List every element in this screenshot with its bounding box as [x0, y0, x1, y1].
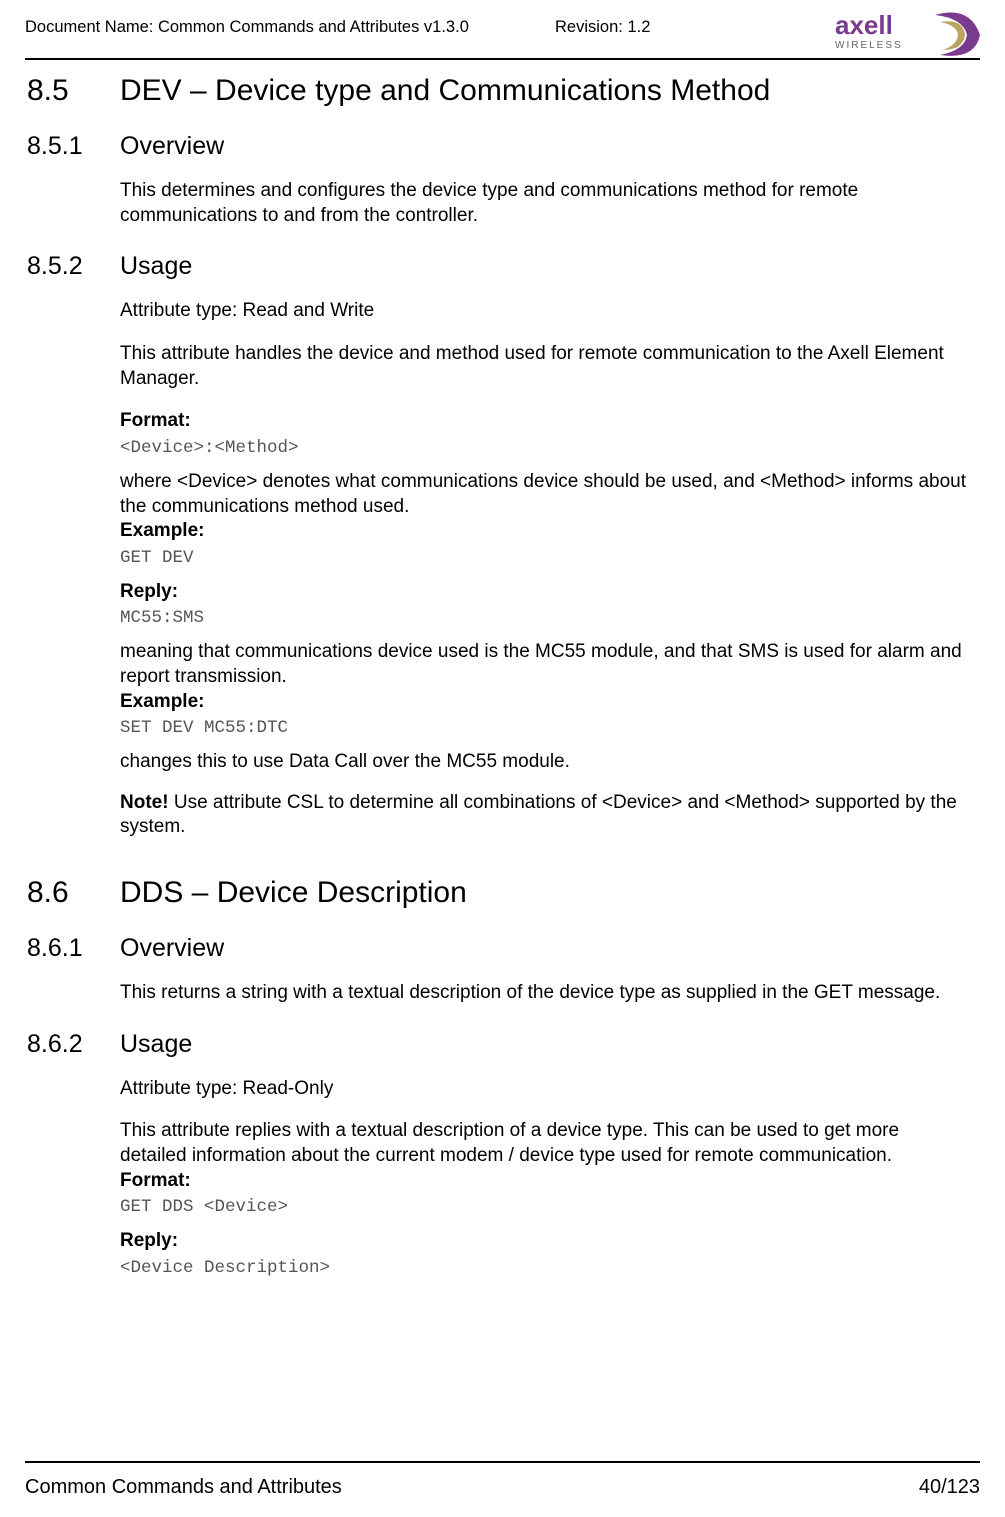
- axell-logo: axell WIRELESS: [835, 10, 985, 60]
- reply-code: <Device Description>: [120, 1257, 970, 1280]
- heading-text: Usage: [120, 252, 192, 281]
- logo-inner-swoosh-icon: [940, 21, 965, 50]
- paragraph: This attribute handles the device and me…: [120, 342, 970, 391]
- section-8-5-heading: 8.5 DEV – Device type and Communications…: [25, 74, 980, 108]
- logo-swoosh-icon: [935, 13, 980, 56]
- section-8-6-2-heading: 8.6.2 Usage: [25, 1030, 980, 1059]
- format-label: Format:: [120, 1169, 970, 1194]
- heading-text: Overview: [120, 934, 224, 963]
- heading-number: 8.5: [25, 74, 120, 108]
- format-code: GET DDS <Device>: [120, 1196, 970, 1219]
- footer-title: Common Commands and Attributes: [25, 1476, 342, 1499]
- attribute-type: Attribute type: Read-Only: [120, 1077, 970, 1102]
- heading-text: Overview: [120, 132, 224, 161]
- section-8-5-2-heading: 8.5.2 Usage: [25, 252, 980, 281]
- section-8-6-2-body: Attribute type: Read-Only This attribute…: [120, 1077, 970, 1280]
- reply-code: MC55:SMS: [120, 607, 970, 630]
- example-code: GET DEV: [120, 547, 970, 570]
- page-content: 8.5 DEV – Device type and Communications…: [25, 74, 980, 1280]
- paragraph: meaning that communications device used …: [120, 640, 970, 689]
- reply-label: Reply:: [120, 1229, 970, 1254]
- paragraph: This returns a string with a textual des…: [120, 981, 970, 1006]
- section-8-6-heading: 8.6 DDS – Device Description: [25, 876, 980, 910]
- paragraph: changes this to use Data Call over the M…: [120, 750, 970, 775]
- logo-text-sub: WIRELESS: [835, 40, 903, 51]
- page-footer: Common Commands and Attributes 40/123: [25, 1476, 980, 1499]
- format-code: <Device>:<Method>: [120, 437, 970, 460]
- heading-number: 8.5.2: [25, 252, 120, 281]
- section-8-6-1-heading: 8.6.1 Overview: [25, 934, 980, 963]
- section-8-6-1-body: This returns a string with a textual des…: [120, 981, 970, 1006]
- format-label: Format:: [120, 409, 970, 434]
- section-8-5-2-body: Attribute type: Read and Write This attr…: [120, 299, 970, 840]
- heading-text: DEV – Device type and Communications Met…: [120, 74, 770, 108]
- logo-text-main: axell: [835, 10, 893, 40]
- paragraph: This determines and configures the devic…: [120, 179, 970, 228]
- heading-text: DDS – Device Description: [120, 876, 467, 910]
- note-text: Use attribute CSL to determine all combi…: [120, 792, 957, 838]
- paragraph: This attribute replies with a textual de…: [120, 1119, 970, 1168]
- reply-label: Reply:: [120, 580, 970, 605]
- page-number: 40/123: [919, 1476, 980, 1499]
- example-label: Example:: [120, 690, 970, 715]
- heading-number: 8.6: [25, 876, 120, 910]
- note-label: Note!: [120, 792, 169, 813]
- page-header: Document Name: Common Commands and Attri…: [25, 18, 980, 58]
- footer-rule: [25, 1461, 980, 1463]
- section-8-5-1-body: This determines and configures the devic…: [120, 179, 970, 228]
- heading-text: Usage: [120, 1030, 192, 1059]
- heading-number: 8.5.1: [25, 132, 120, 161]
- example-code: SET DEV MC55:DTC: [120, 717, 970, 740]
- revision: Revision: 1.2: [555, 18, 650, 37]
- doc-name: Document Name: Common Commands and Attri…: [25, 18, 469, 37]
- section-8-5-1-heading: 8.5.1 Overview: [25, 132, 980, 161]
- paragraph: where <Device> denotes what communicatio…: [120, 470, 970, 519]
- example-label: Example:: [120, 519, 970, 544]
- heading-number: 8.6.2: [25, 1030, 120, 1059]
- note-paragraph: Note! Use attribute CSL to determine all…: [120, 791, 970, 840]
- attribute-type: Attribute type: Read and Write: [120, 299, 970, 324]
- heading-number: 8.6.1: [25, 934, 120, 963]
